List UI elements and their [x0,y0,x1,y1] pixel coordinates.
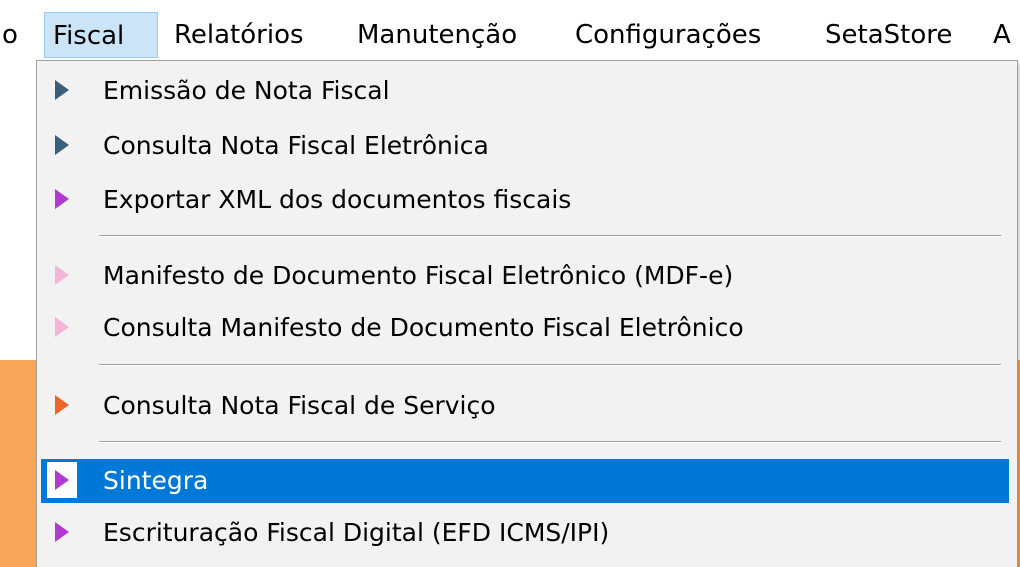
menu-item-exportar-xml[interactable]: Exportar XML dos documentos fiscais [41,178,1009,222]
screen: o Fiscal Relatórios Manutenção Configura… [0,0,1020,567]
menu-separator [99,364,1001,366]
arrow-right-icon [55,189,69,209]
menu-item-consulta-nota-fiscal-servico[interactable]: Consulta Nota Fiscal de Serviço [41,384,1009,428]
menu-item-sintegra[interactable]: Sintegra [41,459,1009,503]
menu-item-consulta-nota-fiscal-eletronica[interactable]: Consulta Nota Fiscal Eletrônica [41,124,1009,168]
menu-separator [99,235,1001,237]
menu-item-emissao-nota-fiscal[interactable]: Emissão de Nota Fiscal [41,69,1009,113]
menu-item-label: Consulta Manifesto de Documento Fiscal E… [103,313,744,342]
menubar-item-next[interactable]: A [985,12,1019,58]
menubar-item-configuracoes[interactable]: Configurações [567,12,769,58]
menu-item-efd-icms-ipi[interactable]: Escrituração Fiscal Digital (EFD ICMS/IP… [41,511,1009,555]
arrow-right-icon [55,317,69,337]
menu-item-label: Sintegra [103,466,209,495]
menu-item-label: Consulta Nota Fiscal Eletrônica [103,131,489,160]
menu-item-label: Manifesto de Documento Fiscal Eletrônico… [103,261,734,290]
menubar-item-manutencao[interactable]: Manutenção [349,12,525,58]
fiscal-dropdown-menu: Emissão de Nota Fiscal Consulta Nota Fis… [36,60,1018,567]
arrow-right-icon [55,265,69,285]
menu-bar: o Fiscal Relatórios Manutenção Configura… [0,0,1020,68]
menubar-item-previous[interactable]: o [0,12,26,58]
arrow-right-icon [55,395,69,415]
menu-item-label: Exportar XML dos documentos fiscais [103,185,572,214]
menubar-item-relatorios[interactable]: Relatórios [166,12,312,58]
arrow-right-icon [55,135,69,155]
menu-separator [99,441,1001,443]
app-background-left [0,360,36,567]
arrow-right-icon [55,522,69,542]
menu-item-label: Consulta Nota Fiscal de Serviço [103,391,496,420]
menubar-item-fiscal[interactable]: Fiscal [44,12,158,58]
arrow-right-icon [55,80,69,100]
menubar-item-setastore[interactable]: SetaStore [817,12,960,58]
menu-item-label: Escrituração Fiscal Digital (EFD ICMS/IP… [103,518,610,547]
menu-item-manifesto-mdfe[interactable]: Manifesto de Documento Fiscal Eletrônico… [41,254,1009,298]
menu-item-consulta-manifesto[interactable]: Consulta Manifesto de Documento Fiscal E… [41,306,1009,350]
menu-item-label: Emissão de Nota Fiscal [103,76,390,105]
arrow-right-icon [55,470,69,490]
